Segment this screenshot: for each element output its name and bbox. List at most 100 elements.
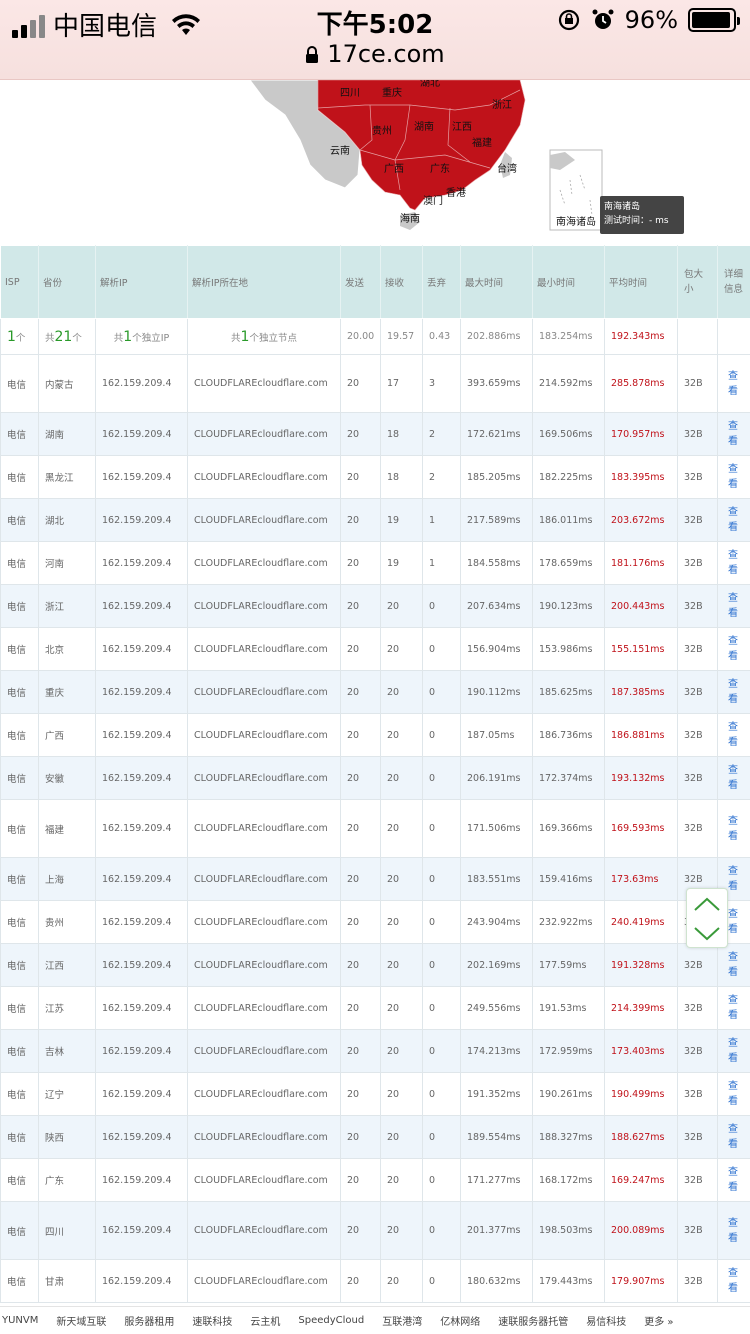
footer-link[interactable]: 速联科技 bbox=[192, 1313, 232, 1328]
cell-recv: 20 bbox=[380, 756, 423, 800]
view-details-link[interactable]: 查看 bbox=[717, 670, 750, 714]
summary-min: 183.254ms bbox=[532, 318, 605, 355]
cell-send: 20 bbox=[340, 670, 381, 714]
summary-size bbox=[677, 318, 718, 355]
view-details-link[interactable]: 查看 bbox=[717, 1259, 750, 1303]
cell-min: 182.225ms bbox=[532, 455, 605, 499]
cell-isp: 电信 bbox=[0, 498, 39, 542]
battery-icon bbox=[688, 8, 740, 32]
cell-size: 32B bbox=[677, 627, 718, 671]
cell-lost: 0 bbox=[422, 1158, 461, 1202]
view-details-link[interactable]: 查看 bbox=[717, 498, 750, 542]
cell-size: 32B bbox=[677, 1072, 718, 1116]
cell-avg: 200.089ms bbox=[604, 1201, 678, 1260]
china-map[interactable]: 四川 重庆 湖北 浙江 贵州 湖南 江西 福建 云南 广西 广东 台湾 香港 澳… bbox=[0, 80, 750, 245]
view-details-link[interactable]: 查看 bbox=[717, 584, 750, 628]
cell-recv: 18 bbox=[380, 455, 423, 499]
cell-loc: CLOUDFLAREcloudflare.com bbox=[187, 857, 341, 901]
cell-min: 172.959ms bbox=[532, 1029, 605, 1073]
view-details-link[interactable]: 查看 bbox=[717, 1115, 750, 1159]
cell-isp: 电信 bbox=[0, 412, 39, 456]
view-details-link[interactable]: 查看 bbox=[717, 1072, 750, 1116]
cell-prov: 吉林 bbox=[38, 1029, 96, 1073]
footer-link[interactable]: 服务器租用 bbox=[124, 1313, 174, 1328]
scroll-up-button[interactable] bbox=[687, 889, 727, 919]
address-bar[interactable]: 17ce.com bbox=[0, 40, 750, 68]
cell-lost: 0 bbox=[422, 670, 461, 714]
cell-ip: 162.159.209.4 bbox=[95, 756, 188, 800]
cell-recv: 20 bbox=[380, 713, 423, 757]
map-tooltip: 南海诸岛 测试时间：- ms bbox=[600, 196, 684, 234]
footer-link[interactable]: SpeedyCloud bbox=[298, 1315, 364, 1326]
cell-send: 20 bbox=[340, 857, 381, 901]
cell-send: 20 bbox=[340, 799, 381, 858]
cell-min: 188.327ms bbox=[532, 1115, 605, 1159]
cell-max: 191.352ms bbox=[460, 1072, 533, 1116]
cell-isp: 电信 bbox=[0, 943, 39, 987]
cell-loc: CLOUDFLAREcloudflare.com bbox=[187, 799, 341, 858]
cell-recv: 20 bbox=[380, 900, 423, 944]
cell-size: 32B bbox=[677, 541, 718, 585]
view-details-link[interactable]: 查看 bbox=[717, 412, 750, 456]
view-details-link[interactable]: 查看 bbox=[717, 627, 750, 671]
cell-avg: 169.593ms bbox=[604, 799, 678, 858]
cell-prov: 陕西 bbox=[38, 1115, 96, 1159]
cell-avg: 183.395ms bbox=[604, 455, 678, 499]
footer-link[interactable]: 云主机 bbox=[250, 1313, 280, 1328]
cell-isp: 电信 bbox=[0, 713, 39, 757]
view-details-link[interactable]: 查看 bbox=[717, 713, 750, 757]
view-link-text: 查看 bbox=[728, 507, 738, 533]
view-details-link[interactable]: 查看 bbox=[717, 756, 750, 800]
column-header: 接收 bbox=[380, 245, 423, 319]
cell-avg: 173.403ms bbox=[604, 1029, 678, 1073]
table-row: 电信 广西 162.159.209.4 CLOUDFLAREcloudflare.co… bbox=[0, 713, 750, 757]
scroll-down-button[interactable] bbox=[687, 919, 727, 949]
cell-lost: 0 bbox=[422, 1201, 461, 1260]
cell-recv: 20 bbox=[380, 986, 423, 1030]
cell-min: 232.922ms bbox=[532, 900, 605, 944]
cell-lost: 0 bbox=[422, 900, 461, 944]
summary-recv: 19.57 bbox=[380, 318, 423, 355]
cell-send: 20 bbox=[340, 900, 381, 944]
view-details-link[interactable]: 查看 bbox=[717, 354, 750, 413]
column-header: 解析IP所在地 bbox=[187, 245, 341, 319]
view-details-link[interactable]: 查看 bbox=[717, 943, 750, 987]
footer-link[interactable]: YUNVM bbox=[2, 1315, 38, 1326]
view-details-link[interactable]: 查看 bbox=[717, 986, 750, 1030]
cell-recv: 20 bbox=[380, 857, 423, 901]
view-details-link[interactable]: 查看 bbox=[717, 541, 750, 585]
cell-max: 217.589ms bbox=[460, 498, 533, 542]
cell-ip: 162.159.209.4 bbox=[95, 455, 188, 499]
cell-prov: 江苏 bbox=[38, 986, 96, 1030]
view-details-link[interactable]: 查看 bbox=[717, 799, 750, 858]
view-details-link[interactable]: 查看 bbox=[717, 1201, 750, 1260]
table-row: 电信 广东 162.159.209.4 CLOUDFLAREcloudflare.co… bbox=[0, 1158, 750, 1202]
view-details-link[interactable]: 查看 bbox=[717, 1029, 750, 1073]
cell-loc: CLOUDFLAREcloudflare.com bbox=[187, 756, 341, 800]
view-link-text: 查看 bbox=[728, 421, 738, 447]
view-link-text: 查看 bbox=[728, 1167, 738, 1193]
view-details-link[interactable]: 查看 bbox=[717, 1158, 750, 1202]
cell-prov: 湖南 bbox=[38, 412, 96, 456]
footer-link[interactable]: 互联港湾 bbox=[382, 1313, 422, 1328]
cell-send: 20 bbox=[340, 627, 381, 671]
footer-link[interactable]: 亿林网络 bbox=[440, 1313, 480, 1328]
cell-ip: 162.159.209.4 bbox=[95, 1115, 188, 1159]
footer-link[interactable]: 易信科技 bbox=[586, 1313, 626, 1328]
footer-link[interactable]: 更多 » bbox=[644, 1313, 673, 1328]
cell-send: 20 bbox=[340, 943, 381, 987]
cell-prov: 湖北 bbox=[38, 498, 96, 542]
cell-ip: 162.159.209.4 bbox=[95, 541, 188, 585]
cell-min: 191.53ms bbox=[532, 986, 605, 1030]
cell-avg: 240.419ms bbox=[604, 900, 678, 944]
summary-avg: 192.343ms bbox=[604, 318, 678, 355]
cell-size: 32B bbox=[677, 1259, 718, 1303]
cell-ip: 162.159.209.4 bbox=[95, 1029, 188, 1073]
cell-send: 20 bbox=[340, 756, 381, 800]
footer-link[interactable]: 速联服务器托管 bbox=[498, 1313, 568, 1328]
table-row: 电信 江西 162.159.209.4 CLOUDFLAREcloudflare.co… bbox=[0, 943, 750, 987]
cell-lost: 2 bbox=[422, 455, 461, 499]
footer-link[interactable]: 新天域互联 bbox=[56, 1313, 106, 1328]
cell-avg: 170.957ms bbox=[604, 412, 678, 456]
view-details-link[interactable]: 查看 bbox=[717, 455, 750, 499]
